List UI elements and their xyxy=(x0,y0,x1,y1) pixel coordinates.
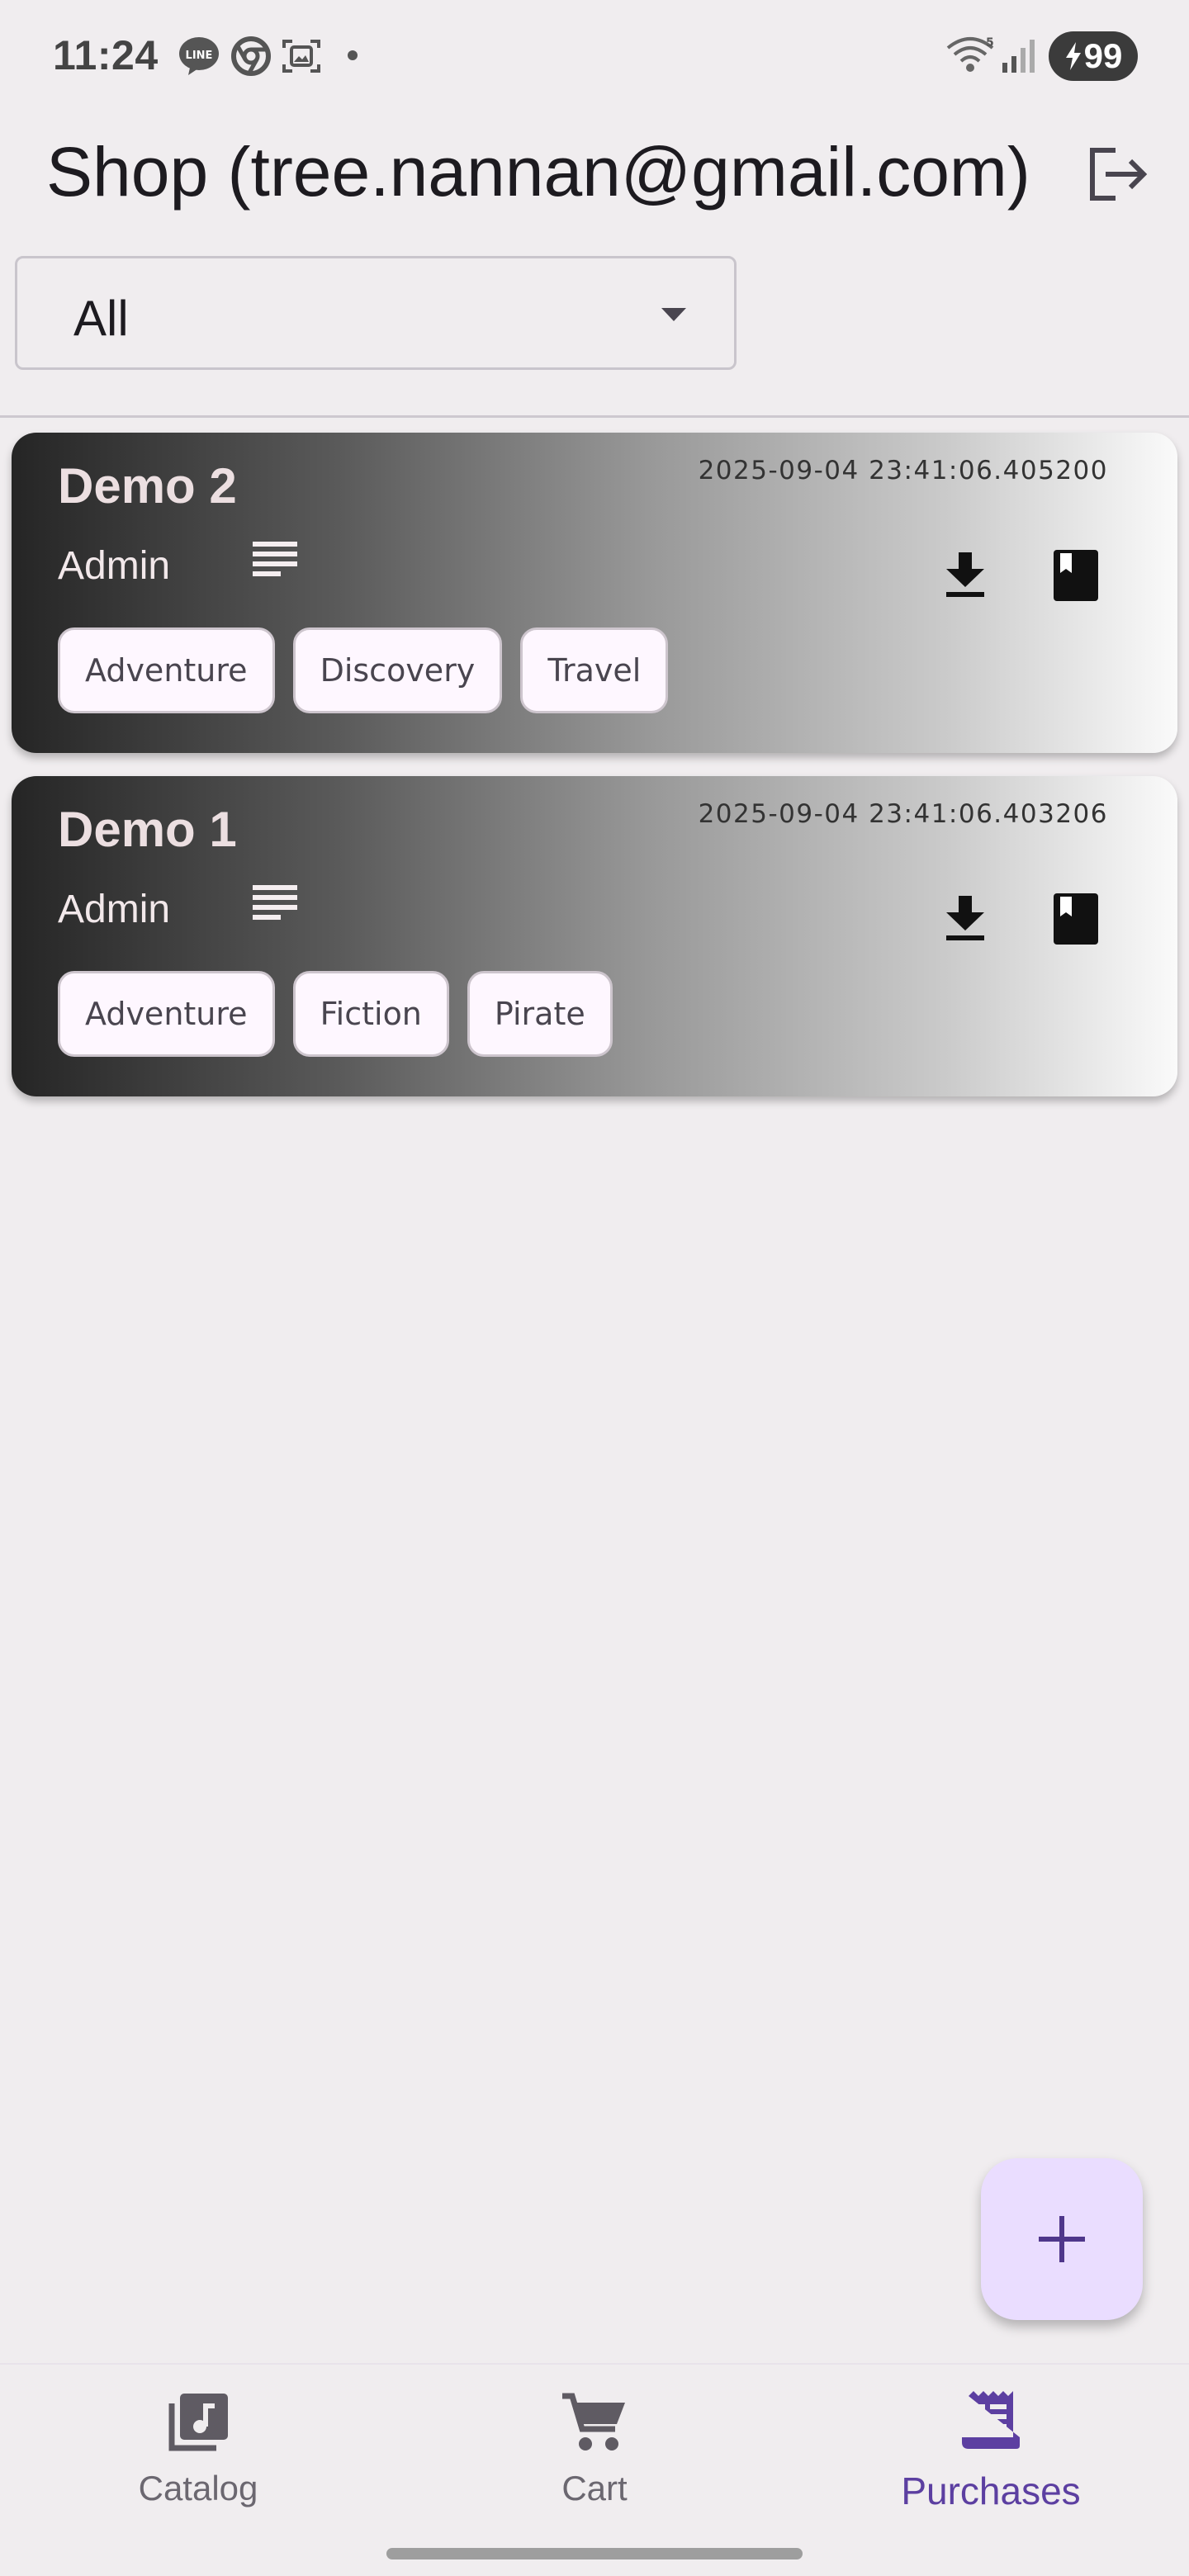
line-icon: LINE xyxy=(178,36,220,80)
screen: 11:24 LINE 5 99 Shop (tree.nannan@gmail.… xyxy=(0,0,1189,2576)
card-title: Demo 1 xyxy=(58,802,237,857)
card-date: 2025-09-04 23:41:06.405200 xyxy=(698,456,1108,485)
page-title: Shop (tree.nannan@gmail.com) xyxy=(46,133,1030,211)
tag-chip[interactable]: Discovery xyxy=(292,627,503,713)
nav-item-cart[interactable]: Cart xyxy=(429,2389,760,2508)
svg-text:5: 5 xyxy=(986,36,994,50)
screenshot-icon xyxy=(281,36,322,80)
download-button[interactable] xyxy=(928,538,1002,613)
signal-icon xyxy=(1001,36,1037,78)
tag-chip[interactable]: Fiction xyxy=(292,971,449,1057)
book-icon xyxy=(1054,893,1098,945)
read-book-button[interactable] xyxy=(1039,538,1113,613)
dropdown-selected-value: All xyxy=(73,291,129,346)
card-date: 2025-09-04 23:41:06.403206 xyxy=(698,799,1108,829)
dot-icon xyxy=(347,50,358,65)
nav-item-purchases[interactable]: Purchases xyxy=(826,2389,1156,2513)
divider xyxy=(0,415,1189,418)
battery-level: 99 xyxy=(1083,36,1123,75)
download-button[interactable] xyxy=(928,882,1002,956)
receipt-icon xyxy=(826,2389,1156,2455)
tag-chip[interactable]: Adventure xyxy=(58,971,275,1057)
purchase-card[interactable]: Demo 2 2025-09-04 23:41:06.405200 Admin … xyxy=(12,433,1177,753)
bottom-navigation: Catalog Cart Purchases xyxy=(0,2363,1189,2576)
tag-list: Adventure Discovery Travel xyxy=(58,627,669,713)
logout-button[interactable] xyxy=(1082,137,1156,211)
nav-label-catalog: Catalog xyxy=(138,2469,258,2507)
logout-icon xyxy=(1090,148,1148,201)
home-indicator[interactable] xyxy=(386,2548,803,2559)
caret-down-icon xyxy=(661,308,686,325)
nav-label-purchases: Purchases xyxy=(901,2469,1081,2512)
nav-item-catalog[interactable]: Catalog xyxy=(33,2389,363,2508)
purchase-card[interactable]: Demo 1 2025-09-04 23:41:06.403206 Admin … xyxy=(12,776,1177,1096)
download-icon xyxy=(946,896,984,940)
read-book-button[interactable] xyxy=(1039,882,1113,956)
card-title: Demo 2 xyxy=(58,458,237,514)
tag-chip[interactable]: Travel xyxy=(520,627,669,713)
notes-icon xyxy=(253,883,297,926)
tag-chip[interactable]: Adventure xyxy=(58,627,275,713)
category-filter-dropdown[interactable]: All xyxy=(15,256,737,370)
notes-icon xyxy=(253,540,297,582)
book-icon xyxy=(1054,550,1098,601)
add-fab-button[interactable] xyxy=(981,2158,1143,2320)
card-author: Admin xyxy=(58,888,171,931)
chrome-icon xyxy=(231,36,271,80)
wifi-icon: 5 xyxy=(946,36,994,78)
download-icon xyxy=(946,552,984,597)
battery-charging-icon xyxy=(1065,42,1081,70)
card-author: Admin xyxy=(58,544,171,588)
cart-icon xyxy=(429,2389,760,2455)
tag-chip[interactable]: Pirate xyxy=(467,971,613,1057)
plus-icon xyxy=(1039,2216,1085,2262)
nav-label-cart: Cart xyxy=(561,2469,628,2507)
tag-list: Adventure Fiction Pirate xyxy=(58,971,613,1057)
battery-indicator: 99 xyxy=(1049,31,1138,81)
svg-text:LINE: LINE xyxy=(186,50,213,62)
status-bar: 11:24 LINE 5 99 xyxy=(0,0,1189,107)
status-time: 11:24 xyxy=(53,32,159,78)
library-music-icon xyxy=(33,2389,363,2455)
